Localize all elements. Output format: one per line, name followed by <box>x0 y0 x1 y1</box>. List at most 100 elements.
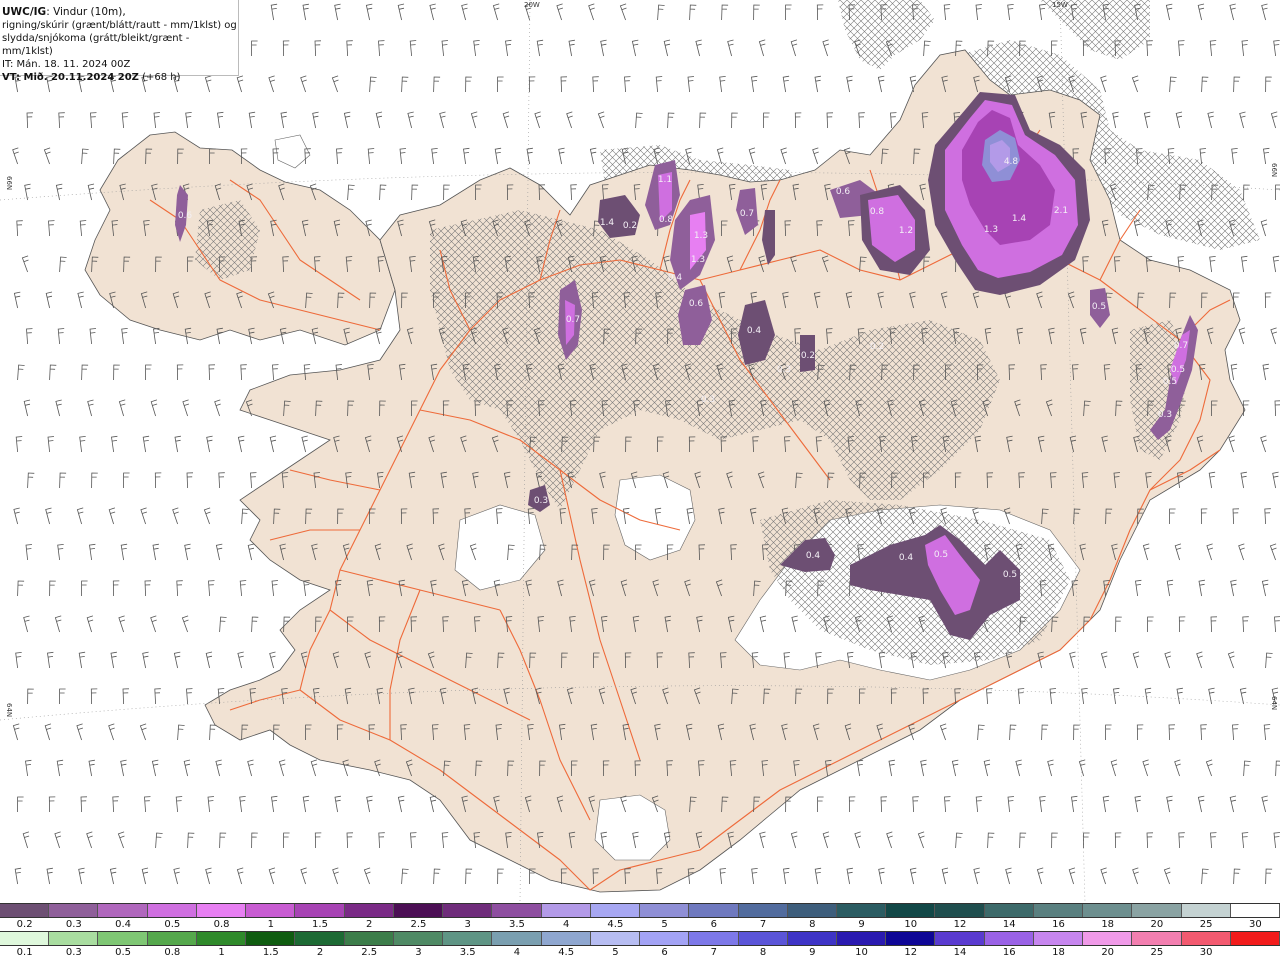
wind-barb <box>177 724 185 741</box>
wind-barb <box>814 75 821 93</box>
wind-barb <box>367 148 375 165</box>
legend-swatch <box>787 904 837 917</box>
wind-barb <box>1039 796 1046 813</box>
precip-label: 1.2 <box>899 226 913 236</box>
wind-barb <box>1132 867 1139 885</box>
mainland <box>204 49 1246 893</box>
precip-label: 0.5 <box>1003 570 1017 580</box>
wind-barb <box>429 795 437 813</box>
wind-barb <box>667 112 675 129</box>
wind-barb <box>465 76 472 93</box>
legend-swatch <box>1181 932 1231 945</box>
legend-label: 1 <box>267 919 274 930</box>
wind-barb <box>142 651 149 669</box>
wind-barb <box>1169 76 1177 93</box>
wind-barb <box>58 112 65 129</box>
wind-barb <box>112 796 119 813</box>
wind-barb <box>1243 184 1250 201</box>
wind-barb <box>1241 832 1249 849</box>
legend-label: 4.5 <box>558 947 575 958</box>
legend-label: 0.5 <box>164 919 181 930</box>
wind-barb <box>492 3 500 21</box>
legend-swatch <box>935 932 985 945</box>
wind-barb <box>1238 327 1246 345</box>
grid-label-66n-left: 66N <box>5 176 13 190</box>
legend-swatch <box>295 904 345 917</box>
precip-label: 1.1 <box>658 175 672 185</box>
wind-barb <box>1136 724 1144 741</box>
wind-barb <box>1078 759 1086 777</box>
wind-barb <box>790 39 798 57</box>
legend-swatch <box>1033 932 1084 945</box>
wind-barb <box>379 184 387 201</box>
legend-label: 20 <box>1150 919 1164 930</box>
valid-time-rest: (+68 h) <box>138 72 181 83</box>
wind-barb <box>763 112 770 128</box>
wind-barb <box>1083 832 1090 848</box>
wind-barb <box>822 831 830 849</box>
wind-barb <box>248 111 256 129</box>
legend-label: 20 <box>1101 947 1115 958</box>
wind-barb <box>347 184 355 201</box>
wind-barb <box>272 364 279 381</box>
wind-barb <box>14 867 22 885</box>
wind-barb <box>184 543 191 561</box>
wind-barb <box>1241 40 1249 57</box>
wind-barb <box>944 796 951 813</box>
wind-barb <box>78 651 86 669</box>
wind-barb <box>1208 687 1215 705</box>
wind-barb <box>186 688 193 705</box>
wind-barb <box>1231 148 1238 165</box>
wind-barb <box>1229 3 1236 21</box>
wind-barb <box>247 543 255 561</box>
wind-barb <box>753 4 760 21</box>
wind-barb <box>332 867 339 885</box>
legend-swatch <box>1083 904 1133 917</box>
legend-swatch <box>1083 932 1133 945</box>
legend-swatch <box>935 904 985 917</box>
wind-barb <box>314 40 322 57</box>
wind-barb <box>46 867 53 885</box>
wind-barb <box>1269 543 1277 561</box>
wind-barb <box>378 832 385 849</box>
wind-barb <box>183 759 191 777</box>
wind-barb <box>118 615 126 633</box>
wind-barb <box>1238 543 1245 561</box>
legend-swatch <box>640 932 690 945</box>
wind-barb <box>619 3 627 21</box>
legend-swatch <box>344 932 394 945</box>
wind-barb <box>271 580 279 597</box>
wind-barb <box>1275 760 1280 777</box>
wind-barb <box>1015 759 1022 777</box>
precip-label: 0.7 <box>566 315 580 325</box>
wind-barb <box>822 39 830 57</box>
legend-swatch <box>541 904 591 917</box>
wind-barb <box>975 4 983 21</box>
wind-barb <box>1164 651 1172 669</box>
wind-barb <box>494 147 502 165</box>
wind-barb <box>17 796 24 812</box>
wind-barb <box>975 796 983 813</box>
title-rest: : Vindur (10m), <box>46 6 126 18</box>
wind-barb <box>59 256 67 273</box>
wind-barb <box>1273 832 1280 849</box>
wind-barb <box>719 76 726 93</box>
wind-barb <box>268 75 276 93</box>
wind-barb <box>695 39 702 57</box>
legend-label: 0.8 <box>213 919 230 930</box>
legend-swatch <box>836 904 887 917</box>
wind-barb <box>239 796 246 813</box>
precip-label: 1.3 <box>984 225 998 235</box>
wind-barb <box>1272 255 1280 273</box>
wind-barb <box>25 544 33 561</box>
wind-barb <box>271 795 278 813</box>
wind-barb <box>22 831 30 849</box>
legend-label: 5 <box>612 947 619 958</box>
wind-barb <box>182 399 190 417</box>
wind-barb <box>1233 76 1241 93</box>
wind-barb <box>1166 579 1174 597</box>
legend-swatch <box>1230 904 1280 917</box>
wind-barb <box>336 148 343 165</box>
wind-barb <box>1208 471 1216 489</box>
wind-barb <box>175 796 183 813</box>
